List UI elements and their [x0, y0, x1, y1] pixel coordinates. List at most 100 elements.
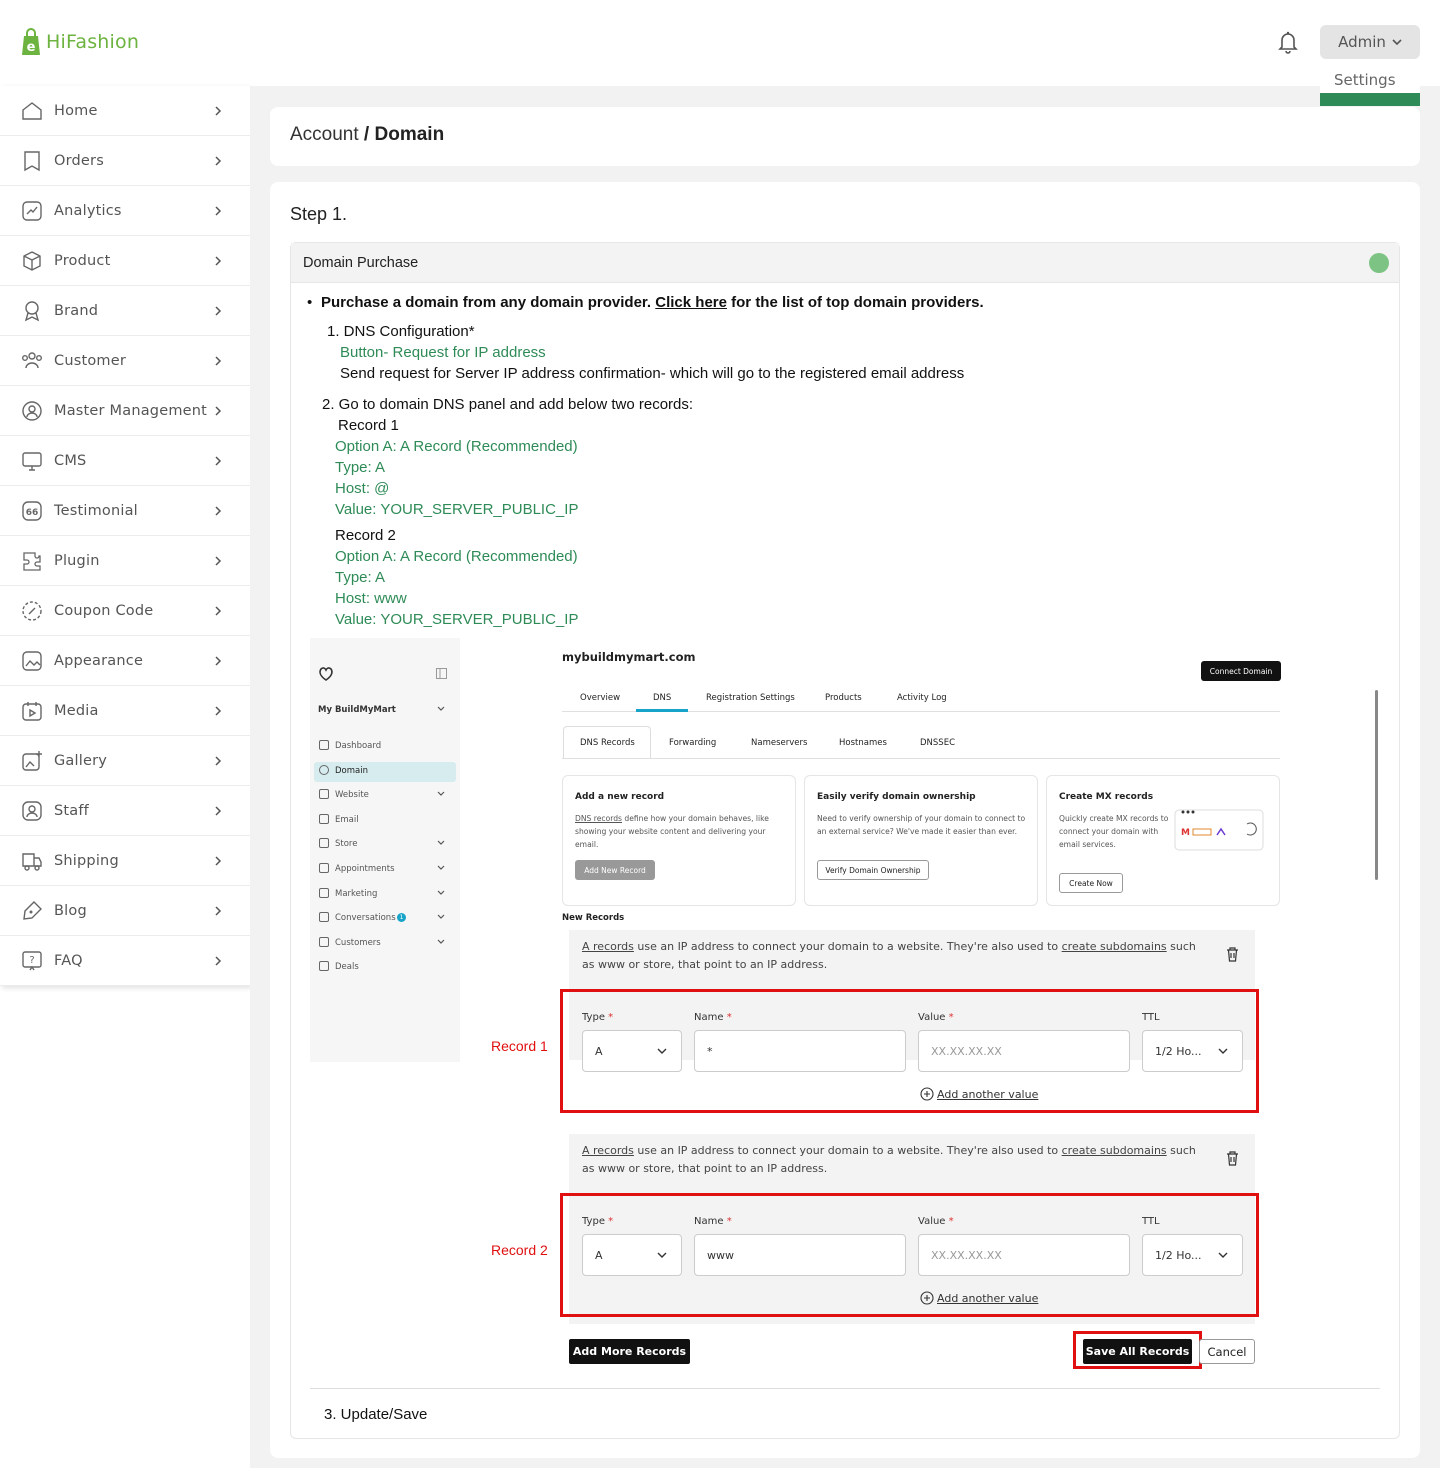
mini-nav-store[interactable]: Store	[335, 839, 357, 849]
verify-domain-button[interactable]: Verify Domain Ownership	[817, 860, 929, 880]
sidebar: Home Orders Analytics Product Brand Cust…	[0, 86, 250, 986]
sidebar-item-media[interactable]: Media	[0, 686, 250, 736]
record2-host: Host: www	[335, 590, 407, 607]
trash-icon[interactable]	[1226, 1151, 1239, 1166]
name-input[interactable]: *	[694, 1030, 906, 1072]
sidebar-item-brand[interactable]: Brand	[0, 286, 250, 336]
mini-nav-appointments[interactable]: Appointments	[335, 864, 395, 874]
sidebar-item-blog[interactable]: Blog	[0, 886, 250, 936]
admin-menu-button[interactable]: Admin	[1320, 25, 1420, 59]
bell-icon[interactable]	[1278, 30, 1298, 54]
sidebar-item-coupon-code[interactable]: Coupon Code	[0, 586, 250, 636]
sidebar-item-home[interactable]: Home	[0, 86, 250, 136]
chevron-right-icon	[215, 806, 222, 816]
scrollbar[interactable]	[1375, 690, 1378, 880]
conversations-badge: 1	[397, 913, 406, 923]
value-input[interactable]: XX.XX.XX.XX	[918, 1234, 1130, 1276]
dns-records-link[interactable]: DNS records	[575, 814, 622, 823]
providers-link[interactable]: Click here	[655, 294, 727, 311]
sidebar-item-analytics[interactable]: Analytics	[0, 186, 250, 236]
tab-dns[interactable]: DNS	[653, 693, 671, 703]
settings-menu-item[interactable]: Settings	[1334, 71, 1396, 89]
type-select[interactable]: A	[582, 1234, 682, 1276]
sidebar-item-faq[interactable]: ? FAQ	[0, 936, 250, 986]
tab-registration-settings[interactable]: Registration Settings	[706, 693, 795, 703]
chevron-right-icon	[215, 856, 222, 866]
add-another-value-link[interactable]: Add another value	[920, 1087, 1038, 1101]
create-subdomains-link[interactable]: create subdomains	[1062, 1144, 1167, 1157]
subtab-dnssec[interactable]: DNSSEC	[920, 738, 955, 748]
a-records-link[interactable]: A records	[582, 1144, 634, 1157]
sidebar-item-plugin[interactable]: Plugin	[0, 536, 250, 586]
sidebar-item-product[interactable]: Product	[0, 236, 250, 286]
chevron-down-icon	[657, 1048, 667, 1054]
subtab-dns-records[interactable]: DNS Records	[580, 738, 635, 748]
dropdown-active-item[interactable]	[1320, 93, 1420, 106]
subtab-hostnames[interactable]: Hostnames	[839, 738, 887, 748]
chevron-down-icon[interactable]	[437, 791, 445, 797]
sidebar-item-staff[interactable]: Staff	[0, 786, 250, 836]
breadcrumb-current: Domain	[374, 124, 445, 145]
add-new-record-button[interactable]: Add New Record	[575, 860, 655, 880]
create-now-button[interactable]: Create Now	[1059, 873, 1123, 893]
tab-overview[interactable]: Overview	[580, 693, 620, 703]
new-records-label: New Records	[562, 913, 625, 923]
ttl-select[interactable]: 1/2 Ho...	[1142, 1030, 1243, 1072]
breadcrumb-parent[interactable]: Account	[290, 124, 359, 145]
mini-nav-domain-icon	[319, 764, 329, 775]
sidebar-item-appearance[interactable]: Appearance	[0, 636, 250, 686]
domain-purchase-header[interactable]: Domain Purchase	[291, 243, 1399, 283]
trash-icon[interactable]	[1226, 947, 1239, 962]
mini-site-name[interactable]: My BuildMyMart	[318, 705, 396, 715]
bullet-dot: •	[307, 294, 313, 311]
value-input[interactable]: XX.XX.XX.XX	[918, 1030, 1130, 1072]
sidebar-item-label: Orders	[54, 152, 104, 169]
ttl-select[interactable]: 1/2 Ho...	[1142, 1234, 1243, 1276]
logo[interactable]: e HiFashion	[20, 28, 139, 56]
collapse-toggle-icon[interactable]	[1369, 253, 1389, 273]
mini-nav-conversations[interactable]: Conversations	[335, 913, 396, 923]
chevron-down-icon[interactable]	[437, 890, 445, 896]
subtab-forwarding[interactable]: Forwarding	[669, 738, 716, 748]
create-subdomains-link[interactable]: create subdomains	[1062, 940, 1167, 953]
mini-nav-email[interactable]: Email	[335, 815, 359, 825]
chevron-right-icon	[215, 406, 222, 416]
subtab-nameservers[interactable]: Nameservers	[751, 738, 807, 748]
customer-icon	[22, 351, 43, 368]
chevron-right-icon	[215, 156, 222, 166]
sidebar-item-orders[interactable]: Orders	[0, 136, 250, 186]
a-records-link[interactable]: A records	[582, 940, 634, 953]
sidebar-item-label: Staff	[54, 802, 89, 819]
cancel-button[interactable]: Cancel	[1199, 1339, 1255, 1364]
tab-products[interactable]: Products	[825, 693, 862, 703]
mini-nav-domain[interactable]: Domain	[335, 766, 368, 776]
add-more-records-button[interactable]: Add More Records	[569, 1339, 690, 1364]
connect-domain-button[interactable]: Connect Domain	[1201, 661, 1281, 681]
chevron-right-icon	[215, 556, 222, 566]
mini-nav-deals-icon	[319, 961, 329, 972]
mini-nav-marketing[interactable]: Marketing	[335, 889, 377, 899]
chevron-down-icon[interactable]	[437, 939, 445, 945]
add-another-value-link[interactable]: Add another value	[920, 1291, 1038, 1305]
mini-nav-dashboard[interactable]: Dashboard	[335, 741, 381, 751]
mini-nav-website[interactable]: Website	[335, 790, 369, 800]
name-input[interactable]: www	[694, 1234, 906, 1276]
mini-nav-deals[interactable]: Deals	[335, 962, 359, 972]
sidebar-item-customer[interactable]: Customer	[0, 336, 250, 386]
sidebar-item-gallery[interactable]: Gallery	[0, 736, 250, 786]
tab-activity-log[interactable]: Activity Log	[897, 693, 947, 703]
sidebar-item-master-management[interactable]: Master Management	[0, 386, 250, 436]
type-label: Type *	[582, 1012, 614, 1023]
save-all-records-button[interactable]: Save All Records	[1083, 1339, 1192, 1364]
chevron-down-icon[interactable]	[437, 840, 445, 846]
chevron-down-icon[interactable]	[437, 914, 445, 920]
chevron-down-icon	[1218, 1048, 1228, 1054]
chevron-down-icon[interactable]	[437, 865, 445, 871]
sidebar-item-cms[interactable]: CMS	[0, 436, 250, 486]
sidebar-item-shipping[interactable]: Shipping	[0, 836, 250, 886]
type-select[interactable]: A	[582, 1030, 682, 1072]
appearance-icon	[22, 650, 42, 671]
mini-nav-customers[interactable]: Customers	[335, 938, 381, 948]
sidebar-item-testimonial[interactable]: 66 Testimonial	[0, 486, 250, 536]
collapse-sidebar-icon[interactable]	[436, 668, 447, 679]
